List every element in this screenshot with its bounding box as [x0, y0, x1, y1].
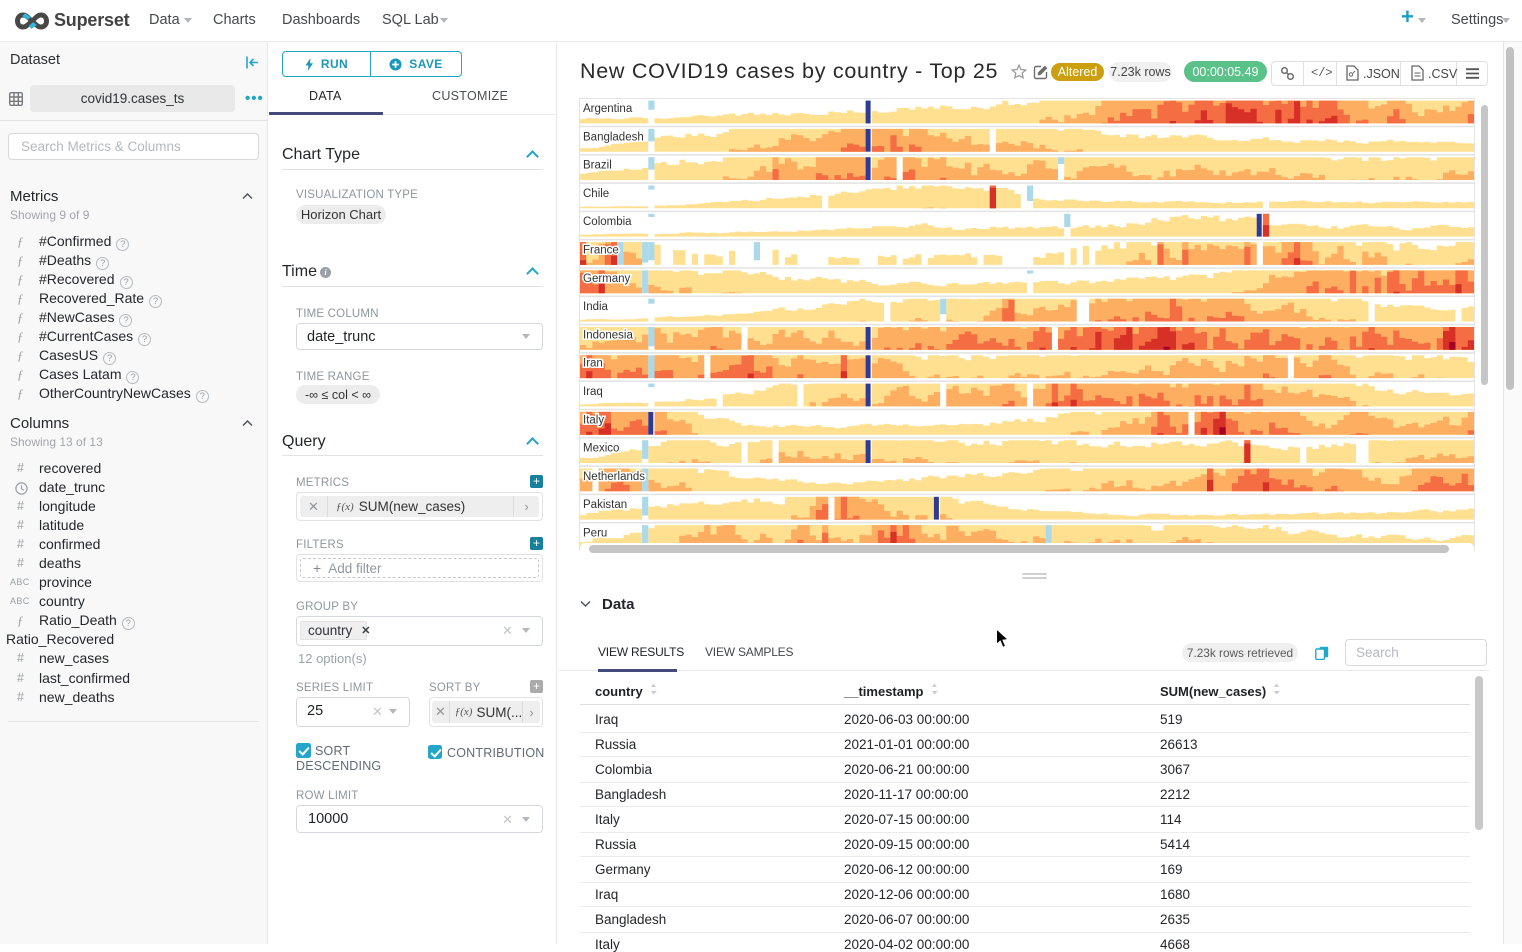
svg-text:Germany: Germany: [583, 273, 631, 285]
svg-text:India: India: [583, 301, 609, 313]
svg-text:Colombia: Colombia: [583, 216, 632, 228]
svg-text:Italy: Italy: [583, 414, 604, 426]
svg-text:France: France: [583, 245, 619, 257]
svg-text:Mexico: Mexico: [583, 443, 619, 455]
svg-text:Bangladesh: Bangladesh: [583, 131, 644, 143]
svg-text:Argentina: Argentina: [583, 103, 633, 115]
svg-text:Indonesia: Indonesia: [583, 329, 633, 341]
svg-text:Netherlands: Netherlands: [583, 471, 645, 483]
svg-text:Chile: Chile: [583, 188, 609, 200]
svg-text:Peru: Peru: [583, 528, 607, 540]
svg-text:Pakistan: Pakistan: [583, 499, 627, 511]
svg-text:Iraq: Iraq: [583, 386, 603, 398]
svg-text:Brazil: Brazil: [583, 160, 612, 172]
svg-text:Iran: Iran: [583, 358, 603, 370]
